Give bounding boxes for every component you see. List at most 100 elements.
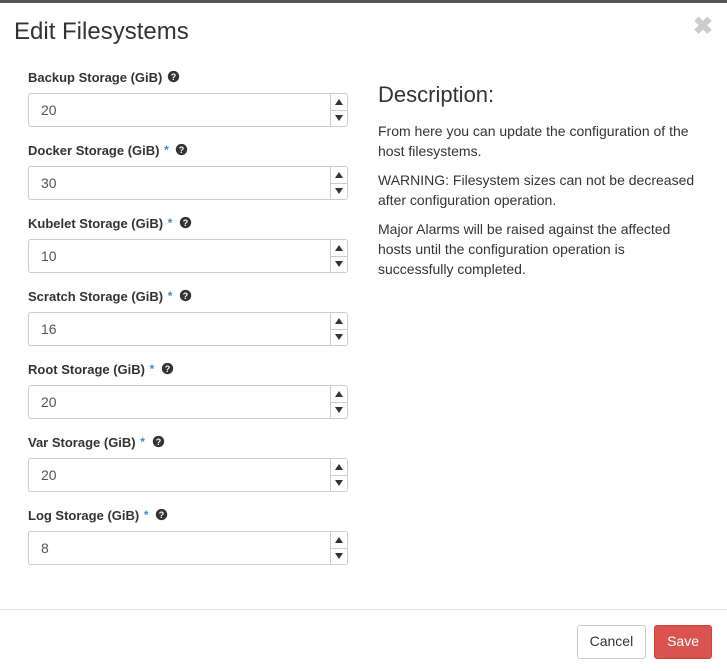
caret-up-icon — [335, 391, 343, 397]
increment-button[interactable] — [331, 459, 347, 476]
increment-button[interactable] — [331, 240, 347, 257]
svg-text:?: ? — [179, 145, 184, 155]
caret-down-icon — [335, 188, 343, 194]
help-icon[interactable]: ? — [179, 216, 192, 229]
spinner-wrap — [28, 312, 348, 346]
svg-text:?: ? — [155, 437, 160, 447]
required-icon: * — [150, 362, 155, 376]
caret-down-icon — [335, 407, 343, 413]
spinner-wrap — [28, 93, 348, 127]
field-var-storage: Var Storage (GiB) * ? — [28, 435, 348, 492]
field-kubelet-storage: Kubelet Storage (GiB) * ? — [28, 216, 348, 273]
description-heading: Description: — [378, 82, 699, 108]
caret-down-icon — [335, 261, 343, 267]
caret-up-icon — [335, 537, 343, 543]
field-label: Root Storage (GiB) * ? — [28, 362, 348, 377]
form-column: Backup Storage (GiB) ? Docker Storage (G… — [28, 64, 348, 581]
caret-up-icon — [335, 172, 343, 178]
field-scratch-storage: Scratch Storage (GiB) * ? — [28, 289, 348, 346]
decrement-button[interactable] — [331, 257, 347, 273]
help-icon[interactable]: ? — [161, 362, 174, 375]
label-text: Docker Storage (GiB) — [28, 143, 159, 158]
increment-button[interactable] — [331, 386, 347, 403]
svg-text:?: ? — [183, 218, 188, 228]
svg-text:?: ? — [171, 72, 176, 82]
caret-down-icon — [335, 115, 343, 121]
modal-header: Edit Filesystems ✖ — [0, 3, 727, 64]
help-icon[interactable]: ? — [152, 435, 165, 448]
spinner-buttons — [330, 312, 348, 346]
spinner-buttons — [330, 93, 348, 127]
required-icon: * — [168, 289, 173, 303]
label-text: Var Storage (GiB) — [28, 435, 136, 450]
decrement-button[interactable] — [331, 549, 347, 565]
decrement-button[interactable] — [331, 111, 347, 127]
caret-up-icon — [335, 99, 343, 105]
field-label: Log Storage (GiB) * ? — [28, 508, 348, 523]
field-label: Scratch Storage (GiB) * ? — [28, 289, 348, 304]
field-root-storage: Root Storage (GiB) * ? — [28, 362, 348, 419]
kubelet-storage-input[interactable] — [28, 239, 330, 273]
field-log-storage: Log Storage (GiB) * ? — [28, 508, 348, 565]
increment-button[interactable] — [331, 313, 347, 330]
spinner-buttons — [330, 166, 348, 200]
decrement-button[interactable] — [331, 330, 347, 346]
docker-storage-input[interactable] — [28, 166, 330, 200]
svg-text:?: ? — [183, 291, 188, 301]
label-text: Kubelet Storage (GiB) — [28, 216, 163, 231]
spinner-wrap — [28, 239, 348, 273]
spinner-buttons — [330, 458, 348, 492]
caret-up-icon — [335, 318, 343, 324]
caret-down-icon — [335, 480, 343, 486]
required-icon: * — [168, 216, 173, 230]
backup-storage-input[interactable] — [28, 93, 330, 127]
increment-button[interactable] — [331, 94, 347, 111]
close-icon: ✖ — [693, 13, 713, 40]
modal-title: Edit Filesystems — [14, 18, 713, 46]
label-text: Root Storage (GiB) — [28, 362, 145, 377]
caret-down-icon — [335, 553, 343, 559]
required-icon: * — [144, 508, 149, 522]
caret-down-icon — [335, 334, 343, 340]
root-storage-input[interactable] — [28, 385, 330, 419]
help-icon[interactable]: ? — [179, 289, 192, 302]
description-text-2: WARNING: Filesystem sizes can not be dec… — [378, 171, 699, 210]
description-text-3: Major Alarms will be raised against the … — [378, 220, 699, 279]
required-icon: * — [164, 143, 169, 157]
caret-up-icon — [335, 245, 343, 251]
scratch-storage-input[interactable] — [28, 312, 330, 346]
increment-button[interactable] — [331, 532, 347, 549]
field-label: Backup Storage (GiB) ? — [28, 70, 348, 85]
spinner-wrap — [28, 531, 348, 565]
description-text-1: From here you can update the configurati… — [378, 122, 699, 161]
field-label: Docker Storage (GiB) * ? — [28, 143, 348, 158]
caret-up-icon — [335, 464, 343, 470]
modal-footer: Cancel Save — [0, 609, 727, 671]
field-label: Var Storage (GiB) * ? — [28, 435, 348, 450]
field-backup-storage: Backup Storage (GiB) ? — [28, 70, 348, 127]
spinner-wrap — [28, 458, 348, 492]
svg-text:?: ? — [165, 364, 170, 374]
spinner-wrap — [28, 166, 348, 200]
edit-filesystems-modal: Edit Filesystems ✖ Backup Storage (GiB) … — [0, 0, 727, 671]
var-storage-input[interactable] — [28, 458, 330, 492]
spinner-buttons — [330, 531, 348, 565]
decrement-button[interactable] — [331, 403, 347, 419]
svg-text:?: ? — [159, 510, 164, 520]
required-icon: * — [140, 435, 145, 449]
decrement-button[interactable] — [331, 476, 347, 492]
close-button[interactable]: ✖ — [693, 15, 713, 39]
help-icon[interactable]: ? — [167, 70, 180, 83]
log-storage-input[interactable] — [28, 531, 330, 565]
label-text: Backup Storage (GiB) — [28, 70, 162, 85]
label-text: Scratch Storage (GiB) — [28, 289, 163, 304]
decrement-button[interactable] — [331, 184, 347, 200]
increment-button[interactable] — [331, 167, 347, 184]
description-column: Description: From here you can update th… — [378, 64, 699, 581]
help-icon[interactable]: ? — [155, 508, 168, 521]
spinner-buttons — [330, 385, 348, 419]
field-label: Kubelet Storage (GiB) * ? — [28, 216, 348, 231]
modal-body: Backup Storage (GiB) ? Docker Storage (G… — [0, 64, 727, 609]
spinner-wrap — [28, 385, 348, 419]
help-icon[interactable]: ? — [175, 143, 188, 156]
